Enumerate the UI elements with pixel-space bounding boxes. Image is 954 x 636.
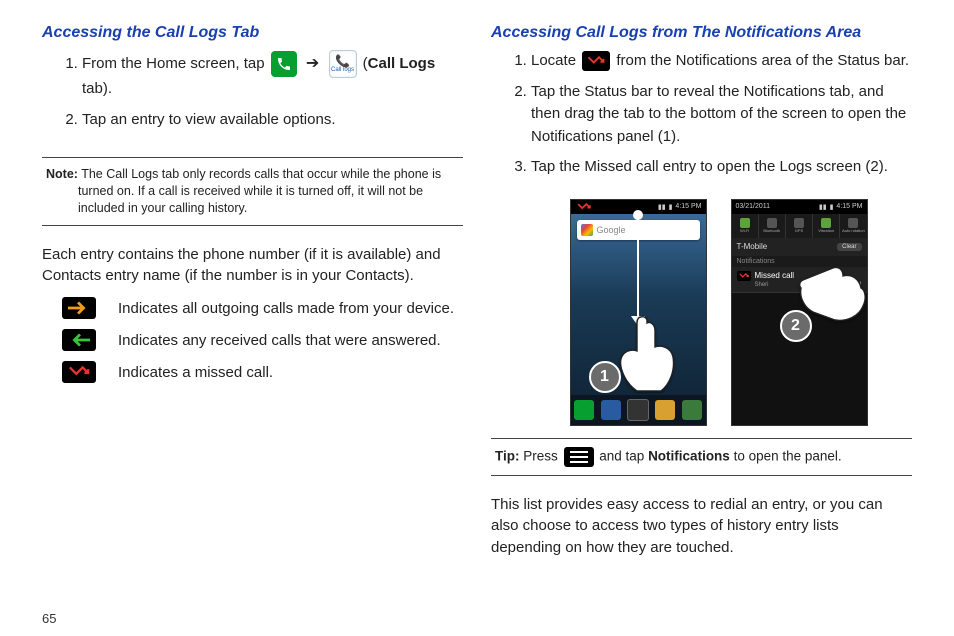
dock-contacts-icon xyxy=(601,400,621,420)
status-time-2: 4:15 PM xyxy=(836,203,862,210)
legend-missed: Indicates a missed call. xyxy=(42,361,463,383)
toggle-autorotate: Auto rotation xyxy=(840,214,866,238)
left-column: Accessing the Call Logs Tab From the Hom… xyxy=(28,24,477,626)
call-logs-icon-label: Call logs xyxy=(331,67,354,73)
note-body: turned on. If a call is received while i… xyxy=(46,183,459,217)
status-battery-icon: ▮ xyxy=(669,203,673,211)
divider xyxy=(42,225,463,226)
tip-bold: Notifications xyxy=(648,448,730,463)
left-steps-list: From the Home screen, tap ➔ 📞 Call logs … xyxy=(42,50,463,139)
toggle-gps: GPS xyxy=(786,214,813,238)
dock-messaging-icon xyxy=(655,400,675,420)
tip-label: Tip: xyxy=(495,448,520,463)
notifications-figure: ▮▮ ▮ 4:15 PM Google xyxy=(525,199,912,426)
step1-pre: From the Home screen, tap xyxy=(82,55,269,72)
right-section-title: Accessing Call Logs from The Notificatio… xyxy=(491,24,912,42)
dock-phone-icon xyxy=(574,400,594,420)
carrier-label: T-Mobile xyxy=(737,242,768,251)
page-number: 65 xyxy=(42,601,463,626)
right-steps-list: Locate from the Notifications area of th… xyxy=(491,50,912,187)
rstep1-post: from the Notifications area of the Statu… xyxy=(616,52,909,69)
status-battery-icon: ▮ xyxy=(830,203,834,211)
google-search-placeholder: Google xyxy=(597,225,626,235)
toggle-vibration: Vibration xyxy=(813,214,840,238)
google-logo-icon xyxy=(581,224,593,236)
call-logs-icon: 📞 Call logs xyxy=(329,50,357,78)
missed-call-status-icon xyxy=(582,51,610,71)
left-section-title: Accessing the Call Logs Tab xyxy=(42,24,463,42)
figure-badge-1: 1 xyxy=(589,361,621,393)
figure-badge-2: 2 xyxy=(780,310,812,342)
rstep1-pre: Locate xyxy=(531,52,580,69)
left-para1: Each entry contains the phone number (if… xyxy=(42,244,463,288)
toggle-bluetooth: Bluetooth xyxy=(759,214,786,238)
legend-outgoing-text: Indicates all outgoing calls made from y… xyxy=(118,297,454,319)
legend-received: Indicates any received calls that were a… xyxy=(42,329,463,351)
dock-market-icon xyxy=(682,400,702,420)
left-step-2: Tap an entry to view available options. xyxy=(82,109,463,132)
status-missed-icon xyxy=(577,202,591,212)
phone-screenshot-1: ▮▮ ▮ 4:15 PM Google xyxy=(570,199,707,426)
legend-received-text: Indicates any received calls that were a… xyxy=(118,329,441,351)
phone-app-icon xyxy=(271,51,297,77)
carrier-row: T-Mobile Clear xyxy=(732,238,867,256)
status-date-2: 03/21/2011 xyxy=(736,203,771,210)
right-final-para: This list provides easy access to redial… xyxy=(491,494,912,559)
missed-sub-left: Sheri xyxy=(755,282,769,288)
status-time-1: 4:15 PM xyxy=(675,203,701,210)
step1-post2: tab). xyxy=(82,80,112,97)
manual-page: Accessing the Call Logs Tab From the Hom… xyxy=(0,0,954,636)
divider xyxy=(42,157,463,158)
right-column: Accessing Call Logs from The Notificatio… xyxy=(477,24,926,626)
phone-screenshot-2: 03/21/2011 ▮▮ ▮ 4:15 PM Wi-Fi Bluetooth … xyxy=(731,199,868,426)
toggle-wifi: Wi-Fi xyxy=(732,214,759,238)
received-call-icon xyxy=(62,329,96,351)
divider xyxy=(491,475,912,476)
left-step-1: From the Home screen, tap ➔ 📞 Call logs … xyxy=(82,50,463,101)
right-step-1: Locate from the Notifications area of th… xyxy=(531,50,912,73)
outgoing-call-icon xyxy=(62,297,96,319)
missed-call-icon xyxy=(62,361,96,383)
legend-missed-text: Indicates a missed call. xyxy=(118,361,273,383)
entry-missed-icon xyxy=(737,271,751,281)
tip-pre: Press xyxy=(520,448,562,463)
status-bar-2: 03/21/2011 ▮▮ ▮ 4:15 PM xyxy=(732,200,867,214)
status-signal-icon: ▮▮ xyxy=(658,203,666,211)
divider xyxy=(491,438,912,439)
note-block: Note: The Call Logs tab only records cal… xyxy=(42,166,463,217)
step1-bold: Call Logs xyxy=(368,55,436,72)
drag-down-arrow-icon xyxy=(637,214,639,324)
tip-post: to open the panel. xyxy=(730,448,842,463)
arrow-right-icon: ➔ xyxy=(306,55,319,72)
missed-title: Missed call xyxy=(755,271,795,280)
note-first-line: The Call Logs tab only records calls tha… xyxy=(78,167,441,181)
quick-toggles-row: Wi-Fi Bluetooth GPS Vibration Auto rotat… xyxy=(732,214,867,238)
tip-mid: and tap xyxy=(596,448,649,463)
clear-button-mock: Clear xyxy=(837,243,861,251)
tip-block: Tip: Press and tap Notifications to open… xyxy=(491,447,912,467)
right-step-3: Tap the Missed call entry to open the Lo… xyxy=(531,156,912,179)
status-signal-icon: ▮▮ xyxy=(819,203,827,211)
note-label: Note: xyxy=(46,167,78,181)
right-step-2: Tap the Status bar to reveal the Notific… xyxy=(531,81,912,149)
menu-hardkey-icon xyxy=(564,447,594,467)
legend-outgoing: Indicates all outgoing calls made from y… xyxy=(42,297,463,319)
